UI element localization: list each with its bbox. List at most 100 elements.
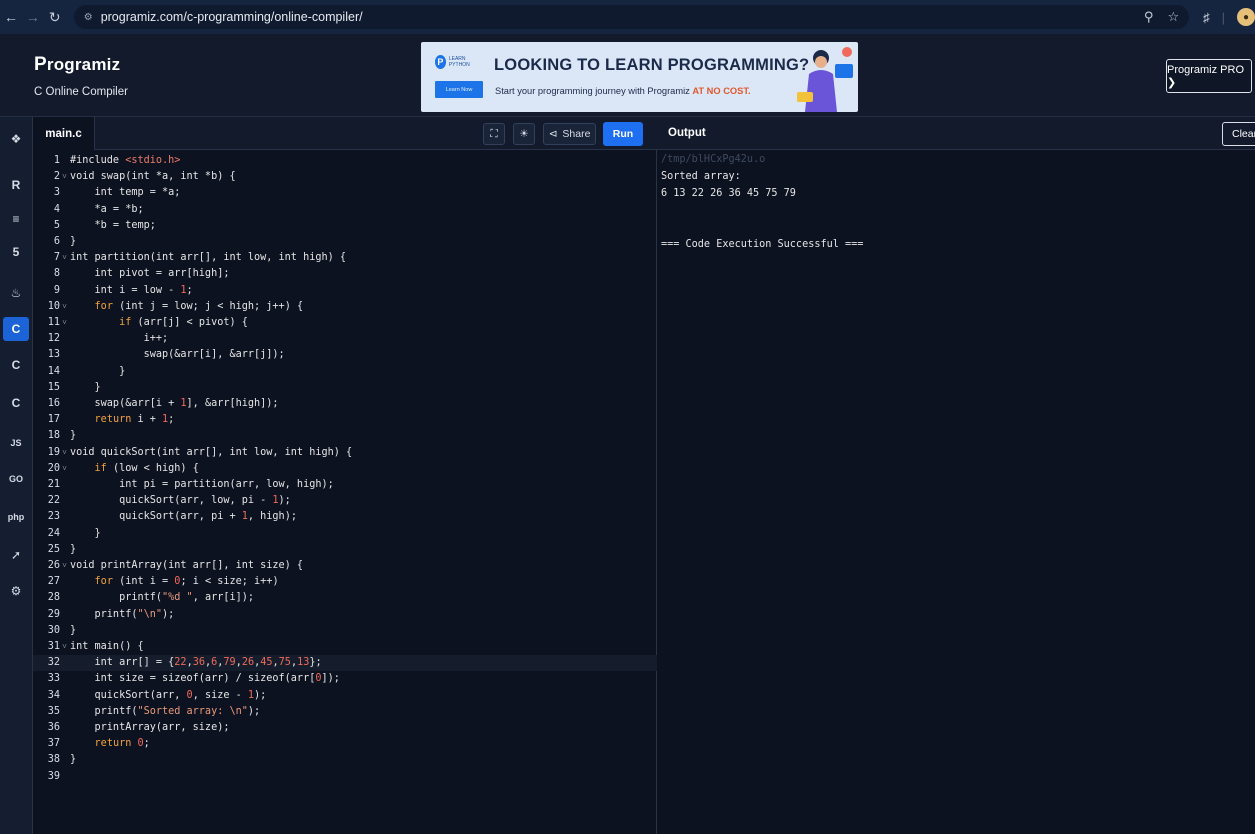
zoom-icon[interactable]: ⚲ <box>1144 9 1154 25</box>
code-line[interactable]: 18 } <box>33 428 657 444</box>
profile-avatar[interactable]: ● <box>1237 8 1255 26</box>
code-line[interactable]: 33 int size = sizeof(arr) / sizeof(arr[0… <box>33 671 657 687</box>
code-line[interactable]: 9 int i = low - 1; <box>33 283 657 299</box>
code-line[interactable]: 7 ˅ int partition(int arr[], int low, int … <box>33 250 657 266</box>
csharp-icon[interactable]: C <box>3 391 29 415</box>
code-line[interactable]: 38 } <box>33 752 657 768</box>
run-button[interactable]: Run <box>603 122 643 146</box>
code-line[interactable]: 36 printArray(arr, size); <box>33 720 657 736</box>
programiz-logo[interactable]: Programiz <box>34 54 120 76</box>
code-line[interactable]: 39 <box>33 769 657 785</box>
code-text: } <box>70 624 77 636</box>
fold-arrow-icon[interactable]: ˅ <box>60 169 69 185</box>
code-line[interactable]: 14 } <box>33 364 657 380</box>
programiz-pro-button[interactable]: Programiz PRO ❯ <box>1166 59 1252 93</box>
promo-banner[interactable]: P LEARN PYTHON Learn Now LOOKING TO LEAR… <box>421 42 858 112</box>
code-line[interactable]: 1 #include <stdio.h> <box>33 153 657 169</box>
code-line[interactable]: 6 } <box>33 234 657 250</box>
code-line[interactable]: 37 return 0; <box>33 736 657 752</box>
code-line[interactable]: 24 } <box>33 526 657 542</box>
output-console[interactable]: /tmp/blHCxPg42u.o Sorted array: 6 13 22 … <box>657 150 1255 834</box>
code-line[interactable]: 4 *a = *b; <box>33 202 657 218</box>
banner-learn-button[interactable]: Learn Now <box>435 81 483 98</box>
code-line[interactable]: 30 } <box>33 623 657 639</box>
fold-arrow-icon[interactable]: ˅ <box>60 558 69 574</box>
code-text: *a = *b; <box>70 203 144 215</box>
html-icon[interactable]: 5 <box>3 240 29 264</box>
fold-arrow-icon[interactable]: ˅ <box>60 299 69 315</box>
fold-arrow-icon[interactable]: ˅ <box>60 315 69 331</box>
code-line[interactable]: 26 ˅ void printArray(int arr[], int size) … <box>33 558 657 574</box>
code-line[interactable]: 32 int arr[] = {22,36,6,79,26,45,75,13}; <box>33 655 657 672</box>
forward-icon[interactable]: → <box>22 9 44 25</box>
code-text: swap(&arr[i], &arr[j]); <box>70 349 285 361</box>
code-line[interactable]: 11 ˅ if (arr[j] < pivot) { <box>33 315 657 331</box>
swift-icon[interactable]: ➚ <box>3 543 29 567</box>
theme-toggle-button[interactable]: ☀ <box>513 123 535 145</box>
file-tab-main-c[interactable]: main.c <box>33 117 95 150</box>
javascript-icon[interactable]: JS <box>3 431 29 455</box>
rust-icon[interactable]: ⚙ <box>3 579 29 603</box>
code-line[interactable]: 3 int temp = *a; <box>33 185 657 201</box>
code-text: void swap(int *a, int *b) { <box>70 171 236 183</box>
code-line[interactable]: 20 ˅ if (low < high) { <box>33 461 657 477</box>
bookmark-star-icon[interactable]: ☆ <box>1167 9 1179 25</box>
cpp-icon[interactable]: C <box>3 353 29 377</box>
go-icon[interactable]: GO <box>3 467 29 491</box>
code-line[interactable]: 8 int pivot = arr[high]; <box>33 266 657 282</box>
code-line[interactable]: 23 quickSort(arr, pi + 1, high); <box>33 509 657 525</box>
share-button[interactable]: ⊲ Share <box>543 123 596 145</box>
code-line[interactable]: 27 for (int i = 0; i < size; i++) <box>33 574 657 590</box>
fold-arrow-icon[interactable]: ˅ <box>60 461 69 477</box>
code-line[interactable]: 2 ˅ void swap(int *a, int *b) { <box>33 169 657 185</box>
address-bar[interactable]: ⚙ programiz.com/c-programming/online-com… <box>73 5 1190 29</box>
code-line[interactable]: 19 ˅ void quickSort(int arr[], int low, in… <box>33 445 657 461</box>
r-icon[interactable]: R <box>3 173 29 197</box>
code-text: *b = temp; <box>70 219 156 231</box>
sun-icon: ☀ <box>519 128 529 140</box>
site-info-icon[interactable]: ⚙ <box>84 12 93 23</box>
code-line[interactable]: 28 printf("%d ", arr[i]); <box>33 590 657 606</box>
code-text: int pivot = arr[high]; <box>70 268 230 280</box>
extensions-icon[interactable]: ♯ <box>1203 10 1210 25</box>
code-line[interactable]: 25 } <box>33 542 657 558</box>
fold-arrow-icon[interactable]: ˅ <box>60 445 69 461</box>
python-icon[interactable]: ❖ <box>3 127 29 151</box>
code-editor[interactable]: 1 #include <stdio.h> 2 ˅ void swap(int *a, … <box>33 150 657 834</box>
line-number: 37 <box>47 738 60 750</box>
code-text: return 0; <box>94 738 150 750</box>
fold-arrow-icon[interactable]: ˅ <box>60 639 69 655</box>
line-number: 17 <box>47 414 60 426</box>
code-line[interactable]: 13 swap(&arr[i], &arr[j]); <box>33 347 657 363</box>
code-line[interactable]: 29 printf("\n"); <box>33 607 657 623</box>
code-line[interactable]: 21 int pi = partition(arr, low, high); <box>33 477 657 493</box>
database-icon[interactable]: ≡ <box>3 207 29 231</box>
fullscreen-icon: ⛶ <box>490 127 498 140</box>
code-line[interactable]: 10 ˅ for (int j = low; j < high; j++) { <box>33 299 657 315</box>
code-line[interactable]: 15 } <box>33 380 657 396</box>
back-icon[interactable]: ← <box>0 9 22 25</box>
code-line[interactable]: 12 i++; <box>33 331 657 347</box>
fold-arrow-icon[interactable]: ˅ <box>60 250 69 266</box>
java-icon[interactable]: ♨ <box>3 281 29 305</box>
reload-icon[interactable]: ↻ <box>44 9 66 26</box>
code-text: i++; <box>70 333 169 345</box>
code-line[interactable]: 5 *b = temp; <box>33 218 657 234</box>
code-line[interactable]: 22 quickSort(arr, low, pi - 1); <box>33 493 657 509</box>
clear-button[interactable]: Clear <box>1222 122 1255 146</box>
code-line[interactable]: 34 quickSort(arr, 0, size - 1); <box>33 688 657 704</box>
line-number: 26 <box>47 560 60 571</box>
c-icon[interactable]: C <box>3 317 29 341</box>
fullscreen-button[interactable]: ⛶ <box>483 123 505 145</box>
code-line[interactable]: 31 ˅ int main() { <box>33 639 657 655</box>
code-line[interactable]: 16 swap(&arr[i + 1], &arr[high]); <box>33 396 657 412</box>
php-icon[interactable]: php <box>3 505 29 529</box>
code-line[interactable]: 17 return i + 1; <box>33 412 657 428</box>
code-line[interactable]: 35 printf("Sorted array: \n"); <box>33 704 657 720</box>
